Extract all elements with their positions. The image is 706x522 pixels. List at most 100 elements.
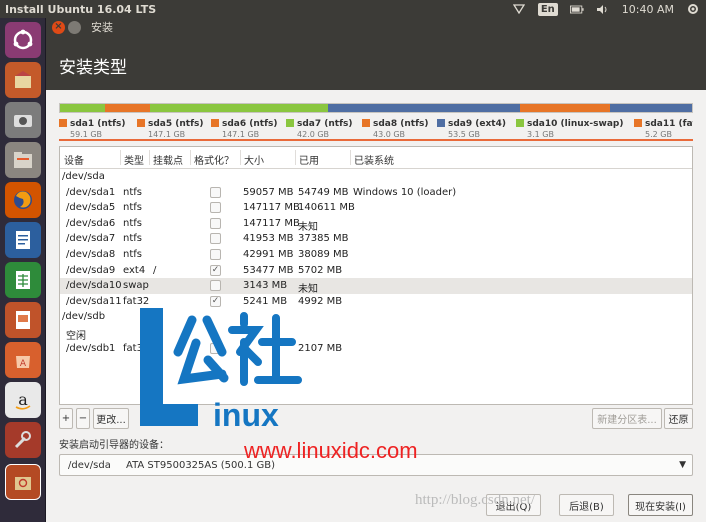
legend-item: sda10 (linux-swap) 3.1 GB: [516, 119, 623, 139]
ubuntu-dash-icon[interactable]: [5, 22, 41, 58]
legend-item: sda1 (ntfs) 59.1 GB: [59, 119, 125, 139]
partition-segment: [105, 104, 150, 112]
format-checkbox[interactable]: [210, 217, 221, 229]
table-body: /dev/sda/dev/sda1 ntfs 59057 MB 54749 MB Win…: [60, 169, 692, 356]
partition-segment: [60, 104, 105, 112]
back-button[interactable]: 后退(B): [559, 494, 614, 516]
cell-device: /dev/sda7: [66, 233, 116, 245]
table-row[interactable]: /dev/sda1 ntfs 59057 MB 54749 MB Windows 10 …: [60, 185, 692, 201]
format-checkbox[interactable]: ✓: [210, 295, 221, 307]
format-checkbox[interactable]: [210, 233, 221, 245]
minimize-icon[interactable]: [68, 20, 81, 34]
format-checkbox[interactable]: ✓: [210, 264, 221, 276]
cell-size: 53477 MB: [243, 264, 294, 276]
cell-used: 54749 MB: [298, 186, 349, 198]
impress-icon[interactable]: [5, 302, 41, 338]
partition-bar-underline: [59, 139, 693, 141]
column-header-format[interactable]: 格式化？: [194, 152, 234, 167]
bootloader-device-select[interactable]: /dev/sda ATA ST9500325AS (500.1 GB) ▼: [59, 454, 693, 476]
cell-device: /dev/sda11: [66, 295, 122, 307]
format-checkbox[interactable]: [210, 202, 221, 214]
cell-size: 41953 MB: [243, 233, 294, 245]
revert-button[interactable]: 还原: [664, 408, 693, 429]
add-partition-button[interactable]: +: [59, 408, 73, 429]
window-titlebar: × 安装: [46, 18, 706, 36]
settings-icon[interactable]: [5, 422, 41, 458]
cell-device: /dev/sda10: [66, 280, 122, 292]
column-header-size[interactable]: 大小: [244, 152, 264, 167]
table-header: 设备 类型 挂载点 格式化？ 大小 已用 已装系统: [60, 147, 692, 169]
cell-size: 147117 MB: [243, 202, 300, 214]
format-checkbox[interactable]: [210, 342, 221, 354]
table-row[interactable]: /dev/sda6 ntfs 147117 MB 未知: [60, 216, 692, 233]
table-row[interactable]: /dev/sda8 ntfs 42991 MB 38089 MB: [60, 247, 692, 263]
format-checkbox[interactable]: [210, 186, 221, 198]
table-row[interactable]: /dev/sda7 ntfs 41953 MB 37385 MB: [60, 231, 692, 247]
partition-table[interactable]: 设备 类型 挂载点 格式化？ 大小 已用 已装系统 /dev/sda/dev/s…: [59, 146, 693, 405]
cell-used: 4992 MB: [298, 295, 343, 307]
software-center-icon[interactable]: A: [5, 342, 41, 378]
column-header-system[interactable]: 已装系统: [354, 152, 394, 167]
camera-icon[interactable]: [5, 102, 41, 138]
cell-type: ntfs: [123, 186, 142, 198]
install-ubuntu-icon[interactable]: [5, 464, 41, 500]
legend-swatch: [516, 119, 524, 127]
legend-item: sda8 (ntfs) 43.0 GB: [362, 119, 428, 139]
legend-swatch: [437, 119, 445, 127]
table-row[interactable]: /dev/sdb1 fat3 2107 MB: [60, 341, 692, 357]
installer-icon[interactable]: [5, 62, 41, 98]
column-header-mount[interactable]: 挂载点: [153, 152, 183, 167]
cell-type: ntfs: [123, 217, 142, 229]
cell-type: ntfs: [123, 233, 142, 245]
remove-partition-button[interactable]: −: [76, 408, 90, 429]
legend-item: sda11 (fat32) 5.2 GB: [634, 119, 693, 139]
firefox-icon[interactable]: [5, 182, 41, 218]
legend-item: sda5 (ntfs) 147.1 GB: [137, 119, 203, 139]
table-row[interactable]: /dev/sda5 ntfs 147117 MB 140611 MB: [60, 200, 692, 216]
cell-type: fat3: [123, 342, 143, 354]
partition-legend: sda1 (ntfs) 59.1 GB sda5 (ntfs) 147.1 GB…: [59, 119, 693, 141]
legend-item: sda6 (ntfs) 147.1 GB: [211, 119, 277, 139]
bootloader-device: /dev/sda: [68, 459, 111, 471]
legend-swatch: [286, 119, 294, 127]
cell-type: swap: [123, 280, 149, 292]
cell-device: /dev/sda5: [66, 202, 116, 214]
legend-item: sda9 (ext4) 53.5 GB: [437, 119, 506, 139]
format-checkbox[interactable]: [210, 248, 221, 260]
cell-device: /dev/sda1: [66, 186, 116, 198]
column-header-used[interactable]: 已用: [299, 152, 319, 167]
volume-icon[interactable]: [596, 2, 610, 16]
column-header-device[interactable]: 设备: [64, 152, 84, 167]
quit-button[interactable]: 退出(Q): [486, 494, 541, 516]
table-row[interactable]: /dev/sda10 swap 3143 MB 未知: [60, 278, 692, 295]
new-partition-table-button[interactable]: 新建分区表...: [592, 408, 662, 429]
change-partition-button[interactable]: 更改...: [93, 408, 129, 429]
amazon-icon[interactable]: a: [5, 382, 41, 418]
power-gear-icon[interactable]: [686, 2, 700, 16]
column-header-type[interactable]: 类型: [124, 152, 144, 167]
column-separator: [350, 150, 351, 165]
table-row[interactable]: 空闲: [60, 325, 692, 342]
keyboard-layout-indicator[interactable]: En: [537, 2, 558, 16]
installer-content: sda1 (ntfs) 59.1 GB sda5 (ntfs) 147.1 GB…: [46, 90, 706, 522]
files-icon[interactable]: [5, 142, 41, 178]
install-now-button[interactable]: 现在安装(I): [628, 494, 693, 516]
table-row[interactable]: /dev/sda9 ext4 / ✓ 53477 MB 5702 MB: [60, 263, 692, 279]
cell-device: /dev/sda: [62, 171, 105, 182]
format-checkbox[interactable]: [210, 280, 221, 292]
desktop: Install Ubuntu 16.04 LTS En 10:40 AM A a…: [0, 0, 706, 522]
table-row[interactable]: /dev/sda: [60, 169, 692, 185]
calc-icon[interactable]: [5, 262, 41, 298]
top-panel: Install Ubuntu 16.04 LTS En 10:40 AM: [0, 0, 706, 18]
table-row[interactable]: /dev/sdb: [60, 309, 692, 325]
writer-icon[interactable]: [5, 222, 41, 258]
battery-icon[interactable]: [569, 2, 584, 16]
column-separator: [240, 150, 241, 165]
chevron-down-icon: ▼: [679, 460, 686, 470]
legend-swatch: [362, 119, 370, 127]
clock[interactable]: 10:40 AM: [622, 3, 674, 16]
table-row[interactable]: /dev/sda11 fat32 ✓ 5241 MB 4992 MB: [60, 294, 692, 310]
partition-segment: [610, 104, 692, 112]
network-icon[interactable]: [512, 2, 526, 16]
close-icon[interactable]: ×: [52, 20, 65, 34]
